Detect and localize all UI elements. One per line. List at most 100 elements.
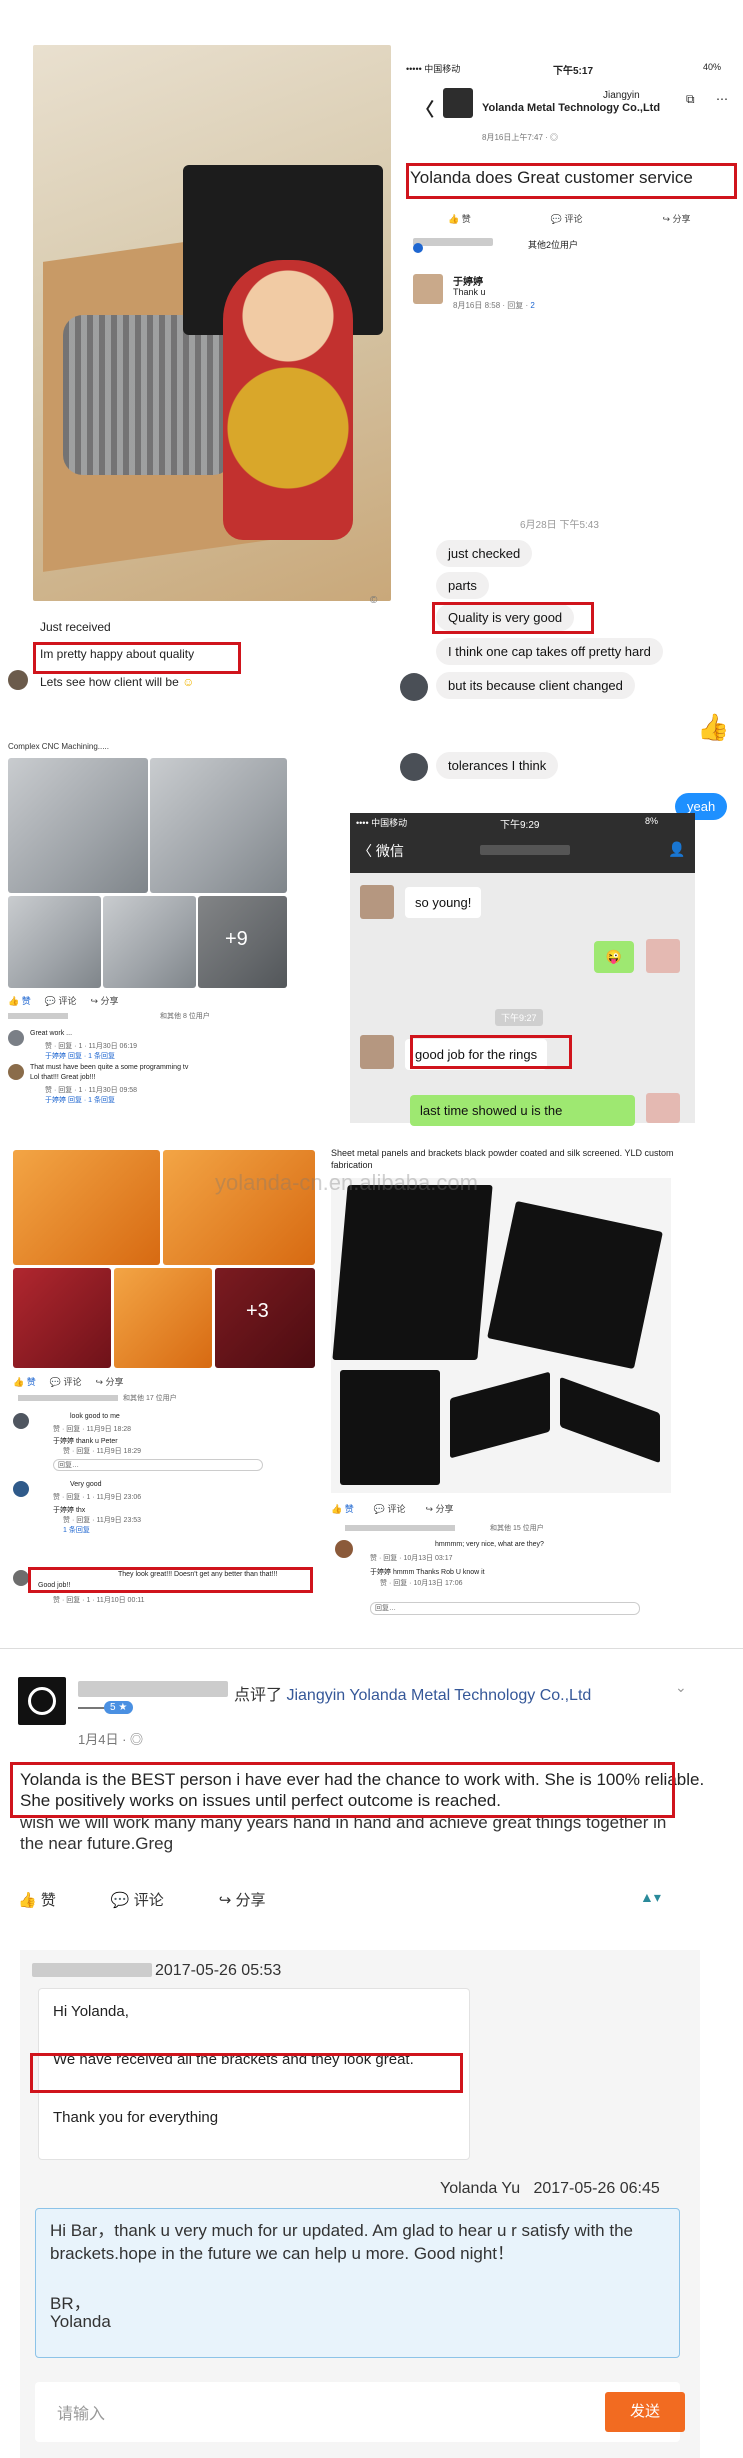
comment-button[interactable]: 💬 评论 <box>50 1375 82 1388</box>
comment-text: Great work ... <box>30 1030 73 1037</box>
avatar <box>400 673 428 701</box>
reply-input[interactable]: 回复… <box>370 1602 640 1615</box>
more-icon[interactable]: ⋯ <box>716 92 728 106</box>
comment-meta: 赞 · 回复 · 1 · 11月30日 09:58 <box>45 1087 138 1094</box>
share-button[interactable]: ↪ 分享 <box>425 1502 453 1515</box>
caption-client: Lets see how client will be ☺ <box>40 675 195 689</box>
comment-text: Lol that!!! Great job!!! <box>30 1074 96 1081</box>
reply-link[interactable]: 于婷婷 回复 · 1 条回复 <box>45 1051 115 1061</box>
likers-blur <box>18 1395 118 1401</box>
avatar <box>8 1064 24 1080</box>
likes-count[interactable]: 和其他 17 位用户 <box>123 1393 177 1403</box>
msg-tolerances: tolerances I think <box>436 752 559 779</box>
like-button[interactable]: 👍 赞 <box>18 1889 56 1910</box>
share-button[interactable]: ↪ 分享 <box>662 212 690 225</box>
caption-just-received: Just received <box>40 620 111 634</box>
back-button[interactable]: 〈 微信 <box>358 841 404 861</box>
chevron-down-icon[interactable]: ⌄ <box>675 1679 687 1696</box>
comment-text: Thank u <box>453 287 486 297</box>
like-button[interactable]: 👍 赞 <box>8 994 31 1007</box>
reply-text: 于婷婷 thx <box>53 1507 86 1514</box>
avatar <box>646 1093 680 1123</box>
avatar <box>8 1030 24 1046</box>
product-photo-orange <box>13 1150 160 1265</box>
msg-parts: parts <box>436 572 489 599</box>
product-photo-buddha <box>33 45 391 601</box>
status-carrier: •••• 中国移动 <box>356 818 408 828</box>
reply-text: 于婷婷 thank u Peter <box>53 1438 118 1445</box>
reply-br: BR， <box>50 2294 91 2313</box>
company-name[interactable]: Yolanda Metal Technology Co.,Ltd <box>482 102 662 114</box>
contact-name-blur <box>480 845 570 855</box>
product-photo-orange <box>13 1268 111 1368</box>
thumbs-up-icon: 👍 <box>697 712 730 742</box>
status-battery: 40% <box>703 62 722 72</box>
avatar <box>360 1035 394 1069</box>
product-photo-cnc <box>150 758 287 893</box>
like-button[interactable]: 👍 赞 <box>448 212 471 225</box>
message-bubble-reply: Hi Bar，thank u very much for ur updated.… <box>35 2208 680 2358</box>
product-photo-panel <box>340 1370 440 1485</box>
post-title: Complex CNC Machining..... <box>8 742 109 751</box>
reply-input[interactable]: 回复… <box>53 1459 263 1471</box>
highlight-box-quality <box>33 642 241 674</box>
send-button[interactable]: 发送 <box>605 2392 685 2432</box>
comment-meta: 赞 · 回复 · 10月13日 17:06 <box>380 1580 463 1587</box>
likers-blur <box>413 238 493 246</box>
message-thread: 2017-05-26 05:53 Hi Yolanda, We have rec… <box>20 1950 700 2458</box>
message-input[interactable]: 请输入 <box>35 2382 680 2442</box>
commenter-name[interactable]: 于婷婷 <box>453 273 483 288</box>
status-time: 下午9:29 <box>500 820 540 831</box>
rating-badge: 5 ★ <box>104 1701 134 1714</box>
product-photo-cnc <box>8 758 148 893</box>
comment-button[interactable]: 💬 评论 <box>111 1889 164 1910</box>
share-button[interactable]: ↪ 分享 <box>90 994 118 1007</box>
reply-link[interactable]: 于婷婷 回复 · 1 条回复 <box>45 1095 115 1105</box>
msg-emoji: 😜 <box>594 941 634 973</box>
comment-meta: 赞 · 回复 · 1 · 11月30日 06:19 <box>45 1043 138 1050</box>
msg-cap: I think one cap takes off pretty hard <box>436 638 663 665</box>
share-button[interactable]: ↪ 分享 <box>219 1889 266 1910</box>
profile-icon[interactable]: 👤 <box>668 841 685 858</box>
likers-blur <box>8 1013 68 1019</box>
like-button[interactable]: 👍 赞 <box>331 1502 354 1515</box>
company-link[interactable]: Jiangyin Yolanda Metal Technology Co.,Lt… <box>286 1687 591 1704</box>
wechat-chat: •••• 中国移动 下午9:29 8% 〈 微信 👤 so young! 😜 下… <box>350 813 695 1126</box>
reply-link[interactable]: 1 条回复 <box>63 1525 90 1535</box>
highlight-box-review <box>10 1762 675 1818</box>
review-rest-text: wish we will work many many years hand i… <box>20 1813 667 1853</box>
likers-blur <box>345 1525 455 1531</box>
like-button[interactable]: 👍 赞 <box>13 1375 36 1388</box>
comment-button[interactable]: 💬 评论 <box>374 1502 406 1515</box>
commenter-avatar <box>413 274 443 304</box>
likes-count[interactable]: 和其他 15 位用户 <box>490 1523 544 1533</box>
reply-text: Hi Bar，thank u very much for ur updated.… <box>50 2221 633 2263</box>
watermark: yolanda-cn.en.alibaba.com <box>215 1170 478 1195</box>
post-title: Sheet metal panels and brackets black po… <box>331 1148 674 1170</box>
comment-button[interactable]: 💬 评论 <box>45 994 77 1007</box>
back-button[interactable]: 〈 <box>416 96 434 122</box>
product-photo-panel <box>332 1185 493 1360</box>
greeting: Hi Yolanda, <box>53 2003 129 2020</box>
likes-count[interactable]: 和其他 8 位用户 <box>160 1011 210 1021</box>
comment-button[interactable]: 💬 评论 <box>551 212 583 225</box>
reaction-menu-icon[interactable]: ▲▾ <box>640 1889 661 1906</box>
post-date: 8月16日上午7:47 · ◎ <box>482 133 559 142</box>
reply-text: 于婷婷 hmmm Thanks Rob U know it <box>370 1569 485 1576</box>
avatar <box>335 1540 353 1558</box>
review-action: 点评了 Jiangyin Yolanda Metal Technology Co… <box>234 1687 592 1704</box>
more-photos-count: +9 <box>225 928 248 950</box>
avatar <box>13 1481 29 1497</box>
share-button[interactable]: ↪ 分享 <box>95 1375 123 1388</box>
product-photo-cnc <box>8 896 101 988</box>
avatar <box>400 753 428 781</box>
product-photo-orange <box>163 1150 315 1265</box>
copy-icon[interactable]: ⧉ <box>686 92 695 107</box>
comment-text: look good to me <box>70 1413 120 1420</box>
thanks-text: Thank you for everything <box>53 2109 219 2126</box>
comment-meta: 赞 · 回复 · 1 · 11月9日 23:06 <box>53 1494 142 1501</box>
review-date: 1月4日 · ◎ <box>78 1732 144 1747</box>
others-label[interactable]: 其他2位用户 <box>528 238 578 251</box>
highlight-box-brackets <box>30 2053 463 2093</box>
message-date-1: 2017-05-26 05:53 <box>155 1962 282 1979</box>
